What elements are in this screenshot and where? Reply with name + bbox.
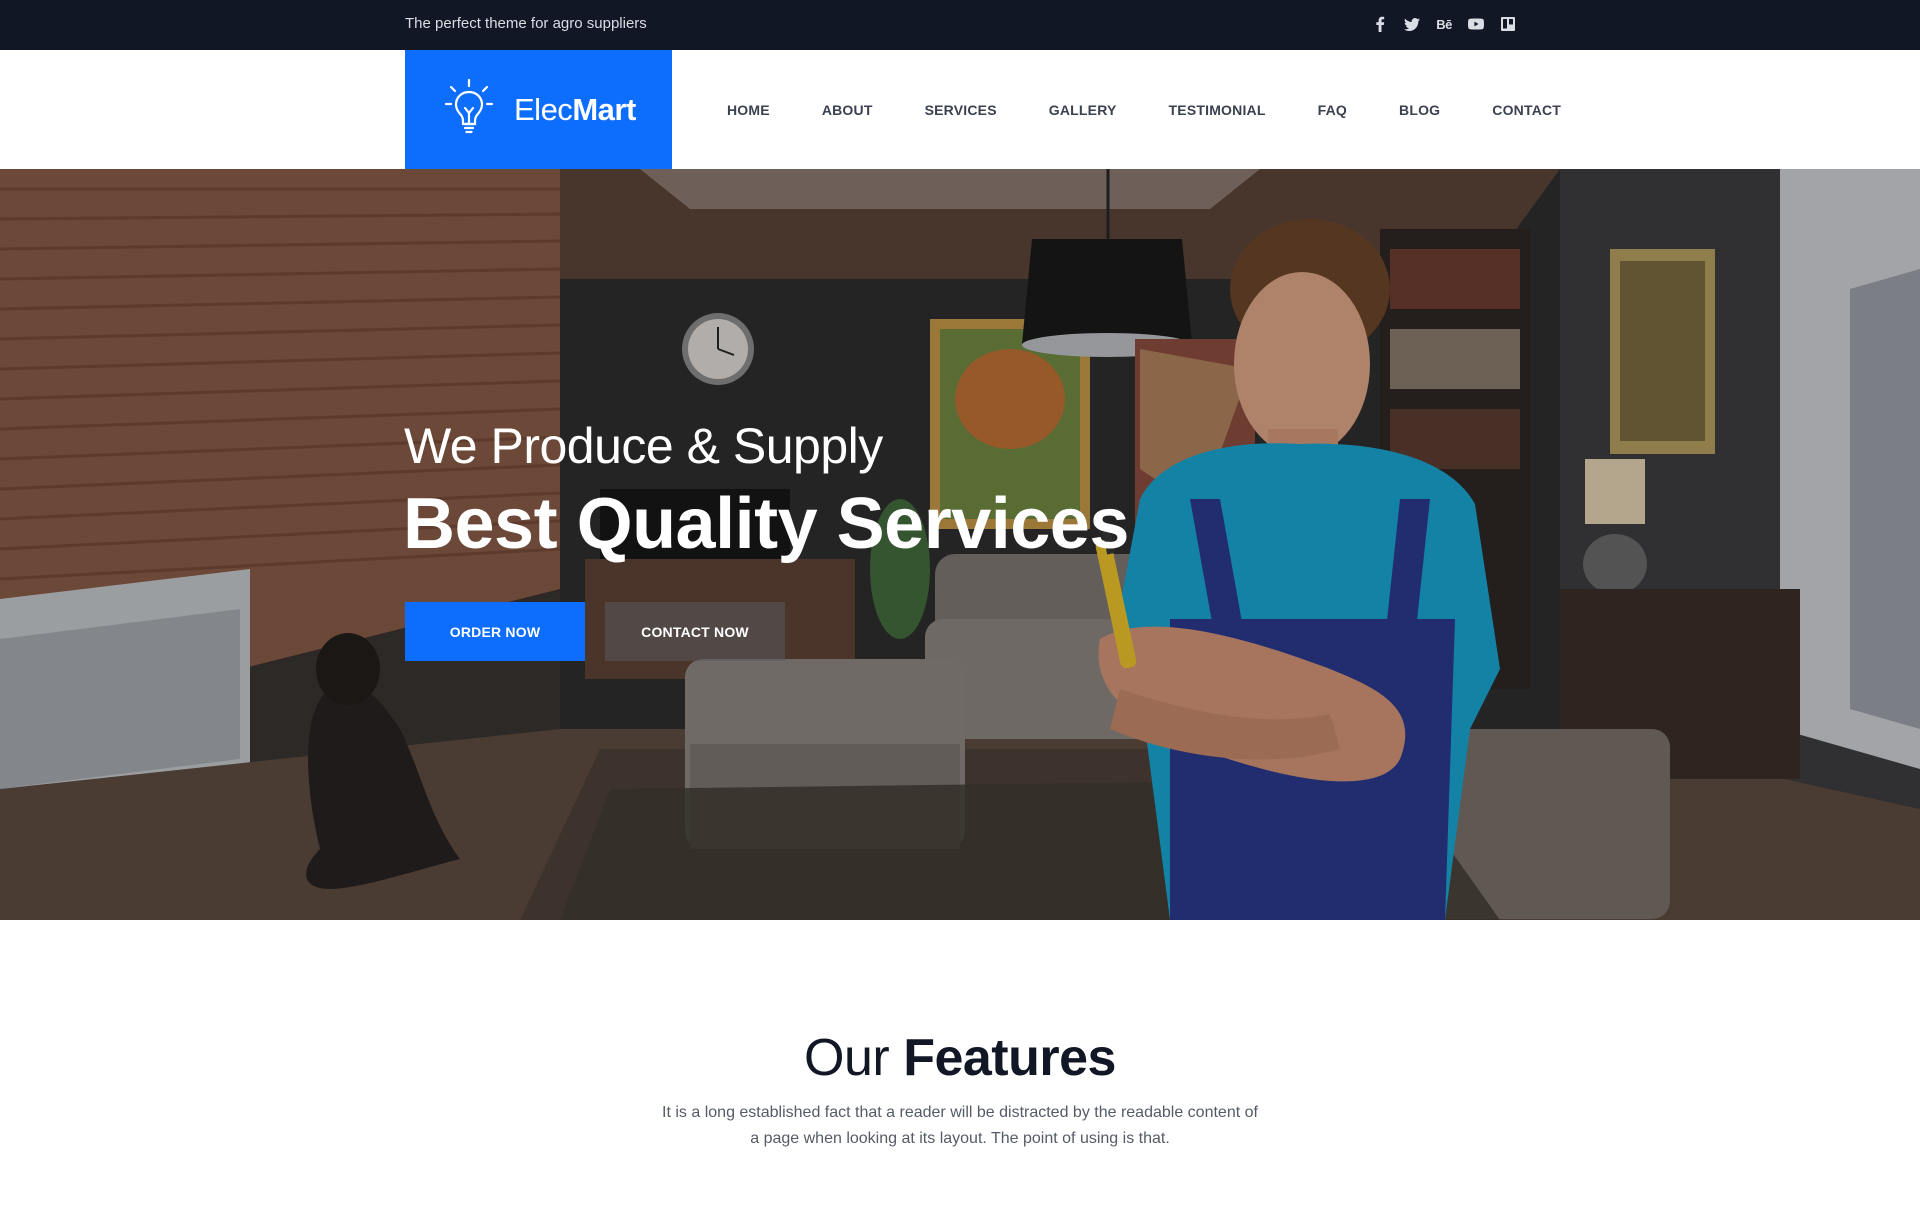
features-heading: Our Features xyxy=(804,1029,1116,1087)
lightbulb-icon xyxy=(444,78,494,134)
contact-now-button[interactable]: CONTACT NOW xyxy=(605,602,785,661)
nav-services[interactable]: SERVICES xyxy=(925,102,997,118)
nav-blog[interactable]: BLOG xyxy=(1399,102,1440,118)
youtube-icon[interactable] xyxy=(1467,15,1485,33)
main-header: ElecMart HOME ABOUT SERVICES GALLERY TES… xyxy=(0,50,1920,169)
nav-faq[interactable]: FAQ xyxy=(1318,102,1347,118)
nav-contact[interactable]: CONTACT xyxy=(1492,102,1561,118)
features-description: It is a long established fact that a rea… xyxy=(662,1104,1258,1147)
nav-testimonial[interactable]: TESTIMONIAL xyxy=(1169,102,1266,118)
facebook-icon[interactable] xyxy=(1371,15,1389,33)
hero-section: We Produce & Supply Best Quality Service… xyxy=(0,169,1920,920)
nav-home[interactable]: HOME xyxy=(727,102,770,118)
tagline: The perfect theme for agro suppliers xyxy=(405,15,647,32)
trello-icon[interactable] xyxy=(1499,15,1517,33)
twitter-icon[interactable] xyxy=(1403,15,1421,33)
social-links: Bē xyxy=(1371,15,1517,33)
main-nav: HOME ABOUT SERVICES GALLERY TESTIMONIAL … xyxy=(727,50,1561,169)
hero-subtitle: We Produce & Supply xyxy=(404,418,883,474)
nav-about[interactable]: ABOUT xyxy=(822,102,873,118)
logo-text: ElecMart xyxy=(514,92,636,127)
order-now-button[interactable]: ORDER NOW xyxy=(405,602,585,661)
nav-gallery[interactable]: GALLERY xyxy=(1049,102,1117,118)
behance-icon[interactable]: Bē xyxy=(1435,15,1453,33)
top-bar: The perfect theme for agro suppliers Bē xyxy=(0,0,1920,50)
logo[interactable]: ElecMart xyxy=(405,50,672,169)
hero-title: Best Quality Services xyxy=(403,484,1129,564)
